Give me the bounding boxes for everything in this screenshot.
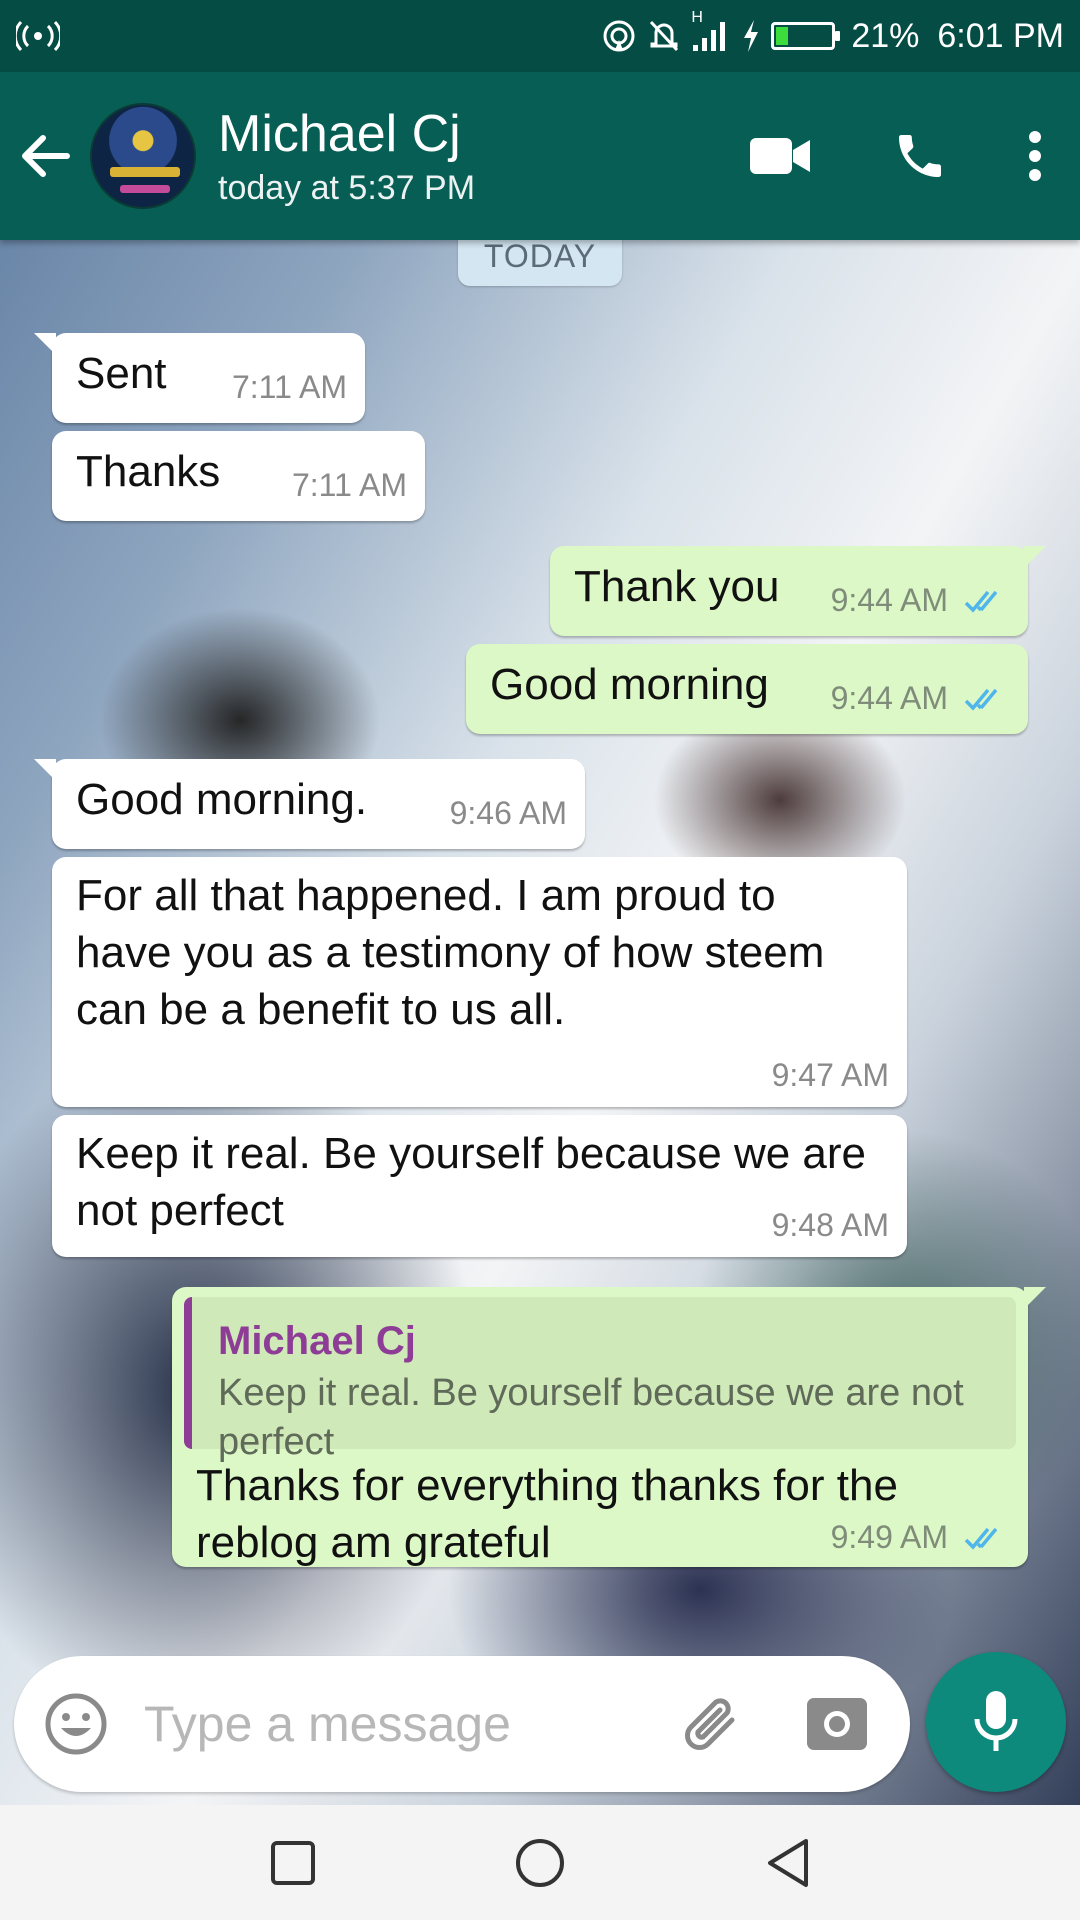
message-text: Good morning. [76,775,368,824]
avatar[interactable] [90,103,196,209]
message-text: For all that happened. I am proud to hav… [76,871,825,1034]
message-bubble-incoming[interactable]: Keep it real. Be yourself because we are… [52,1115,907,1257]
read-receipt-icon [964,688,998,711]
message-composer [14,1656,910,1792]
message-time: 9:47 AM [771,1057,889,1093]
message-bubble-outgoing[interactable]: Good morning 9:44 AM [466,644,1028,734]
voice-call-button[interactable] [850,128,990,184]
chat-messages-area[interactable]: TODAY Sent 7:11 AM Thanks 7:11 AM Thank … [0,240,1080,1805]
message-bubble-incoming[interactable]: Good morning. 9:46 AM [34,759,585,849]
attachment-icon [685,1698,735,1750]
radio-broadcast-icon [16,20,60,52]
back-triangle-icon [767,1838,808,1887]
message-time: 9:46 AM [449,795,567,831]
recent-apps-square-icon [271,1840,316,1885]
video-call-button[interactable] [710,136,850,176]
back-arrow-icon [22,135,70,177]
home-button[interactable] [500,1823,580,1903]
video-call-icon [750,138,810,174]
message-bubble-outgoing[interactable]: Thank you 9:44 AM [550,546,1046,636]
battery-icon [771,22,841,50]
chat-header: Michael Cj today at 5:37 PM [0,72,1080,240]
message-time: 9:48 AM [771,1207,889,1243]
camera-icon [807,1698,867,1750]
message-text: Keep it real. Be yourself because we are… [76,1129,867,1235]
quoted-author: Michael Cj [218,1319,416,1363]
message-bubble-incoming[interactable]: Thanks 7:11 AM [52,431,425,521]
phone-call-icon [899,135,941,177]
message-text: Sent [76,349,167,398]
emoji-icon [45,1693,107,1755]
battery-percent: 21% [851,16,920,55]
signal-icon: H [691,9,731,53]
more-options-button[interactable] [990,130,1080,182]
message-time: 7:11 AM [231,369,347,405]
bell-off-icon [647,18,681,54]
hotspot-icon [601,18,637,54]
system-nav-bar [0,1805,1080,1920]
read-receipt-icon [964,1527,998,1550]
message-text: Thank you [574,562,780,611]
network-type-label: H [691,9,703,26]
message-time: 9:44 AM [830,680,948,716]
last-seen-status: today at 5:37 PM [218,168,476,207]
quoted-text: Keep it real. Be yourself because we are… [218,1372,964,1463]
charging-bolt-icon [741,19,761,53]
message-bubble-incoming[interactable]: For all that happened. I am proud to hav… [52,857,907,1107]
status-bar: H 21% 6:01 PM [0,0,1080,72]
attach-button[interactable] [678,1690,748,1761]
read-receipt-icon [964,590,998,613]
message-input[interactable] [144,1686,524,1762]
message-bubble-outgoing-reply[interactable]: Michael Cj Keep it real. Be yourself bec… [172,1287,1046,1567]
message-time: 9:44 AM [830,582,948,618]
clock: 6:01 PM [937,16,1064,55]
message-text: Thanks [76,447,221,496]
back-button-system[interactable] [747,1823,827,1903]
message-time: 7:11 AM [291,467,407,503]
home-circle-icon [515,1838,564,1887]
more-vert-icon [1029,131,1041,181]
contact-name: Michael Cj [218,104,461,163]
emoji-button[interactable] [44,1692,108,1761]
recent-apps-button[interactable] [253,1823,333,1903]
microphone-icon [974,1691,1018,1751]
date-divider: TODAY [458,240,622,286]
message-bubble-incoming[interactable]: Sent 7:11 AM [34,333,365,423]
quoted-message[interactable]: Michael Cj Keep it real. Be yourself bec… [184,1297,1016,1463]
message-time: 9:49 AM [830,1519,948,1555]
battery-level-fill [776,27,789,45]
voice-record-button[interactable] [926,1652,1066,1792]
camera-button[interactable] [806,1694,868,1757]
back-button[interactable] [0,72,90,240]
contact-info[interactable]: Michael Cj today at 5:37 PM [218,105,475,208]
message-text: Good morning [490,660,769,709]
